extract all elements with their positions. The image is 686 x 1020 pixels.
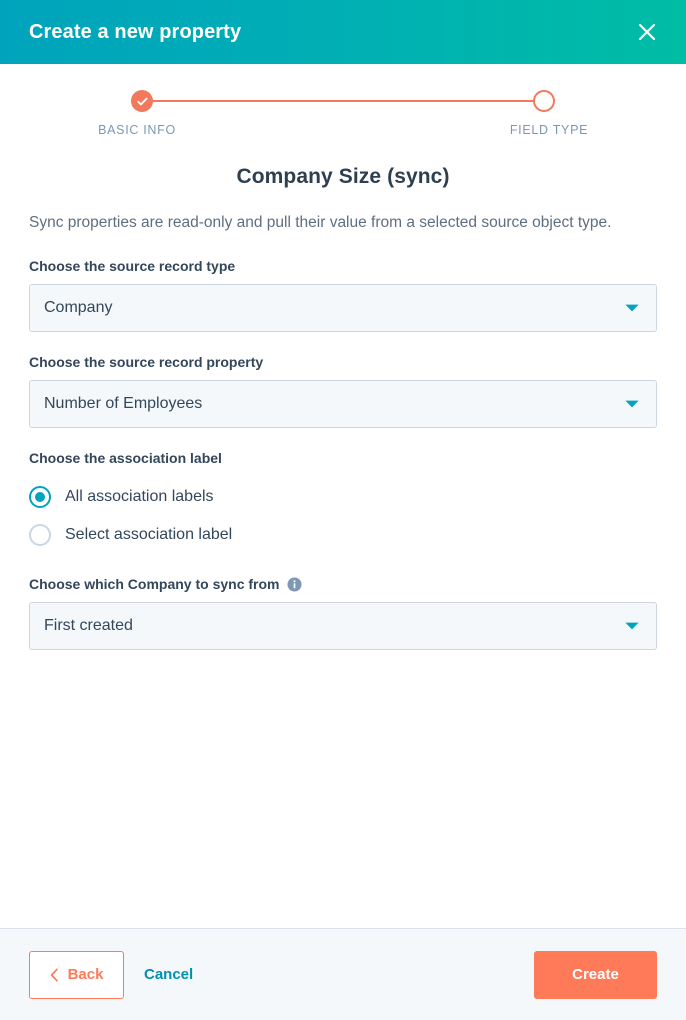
step-label-field-type: FIELD TYPE [509, 123, 589, 137]
field-sync-from: Choose which Company to sync from First … [29, 576, 657, 650]
source-record-property-label: Choose the source record property [29, 354, 657, 370]
radio-button-icon-selected [29, 486, 51, 508]
field-source-record-property: Choose the source record property Number… [29, 354, 657, 428]
source-record-type-label: Choose the source record type [29, 258, 657, 274]
radio-all-association-labels[interactable]: All association labels [29, 478, 657, 516]
progress-stepper: BASIC INFO FIELD TYPE [29, 88, 657, 137]
radio-all-association-labels-text: All association labels [65, 488, 214, 505]
close-icon[interactable] [630, 15, 664, 49]
create-property-modal: Create a new property BASIC INFO FIELD T… [0, 0, 686, 1020]
modal-header: Create a new property [0, 0, 686, 64]
stepper-line [144, 100, 542, 102]
sync-from-value: First created [44, 617, 133, 634]
source-record-type-label-text: Choose the source record type [29, 258, 236, 274]
footer-left-actions: Back Cancel [29, 950, 195, 999]
chevron-down-icon [624, 621, 640, 631]
source-record-type-value: Company [44, 299, 113, 316]
chevron-down-icon [624, 303, 640, 313]
field-source-record-type: Choose the source record type Company [29, 258, 657, 332]
association-label-radio-group: All association labels Select associatio… [29, 478, 657, 554]
radio-select-association-label-text: Select association label [65, 526, 233, 543]
modal-body: BASIC INFO FIELD TYPE Company Size (sync… [0, 64, 686, 928]
association-label-label-text: Choose the association label [29, 450, 222, 466]
step-label-basic-info: BASIC INFO [98, 123, 176, 137]
source-record-property-label-text: Choose the source record property [29, 354, 264, 370]
source-record-property-select[interactable]: Number of Employees [29, 380, 657, 428]
back-button[interactable]: Back [29, 950, 124, 999]
create-button[interactable]: Create [534, 950, 657, 999]
sync-from-label-text: Choose which Company to sync from [29, 576, 280, 592]
radio-select-association-label[interactable]: Select association label [29, 516, 657, 554]
stepper-labels: BASIC INFO FIELD TYPE [85, 123, 601, 137]
radio-dot [35, 492, 45, 502]
sync-from-select[interactable]: First created [29, 602, 657, 650]
check-icon [136, 97, 148, 105]
form-description: Sync properties are read-only and pull t… [29, 214, 612, 231]
field-association-label: Choose the association label All associa… [29, 450, 657, 554]
source-record-type-select[interactable]: Company [29, 284, 657, 332]
sync-from-label: Choose which Company to sync from [29, 576, 657, 592]
radio-button-icon-unselected [29, 524, 51, 546]
step-node-basic-info[interactable] [131, 90, 153, 112]
info-icon[interactable] [287, 577, 302, 592]
stepper-track [131, 88, 555, 114]
cancel-button[interactable]: Cancel [142, 962, 195, 987]
back-button-label: Back [67, 966, 104, 983]
source-record-property-value: Number of Employees [44, 395, 203, 412]
chevron-left-icon [50, 967, 59, 982]
modal-title: Create a new property [29, 20, 242, 43]
chevron-down-icon [624, 399, 640, 409]
association-label-label: Choose the association label [29, 450, 657, 466]
step-node-field-type[interactable] [533, 90, 555, 112]
modal-footer: Back Cancel Create [0, 928, 686, 1020]
page-title: Company Size (sync) [236, 165, 450, 188]
